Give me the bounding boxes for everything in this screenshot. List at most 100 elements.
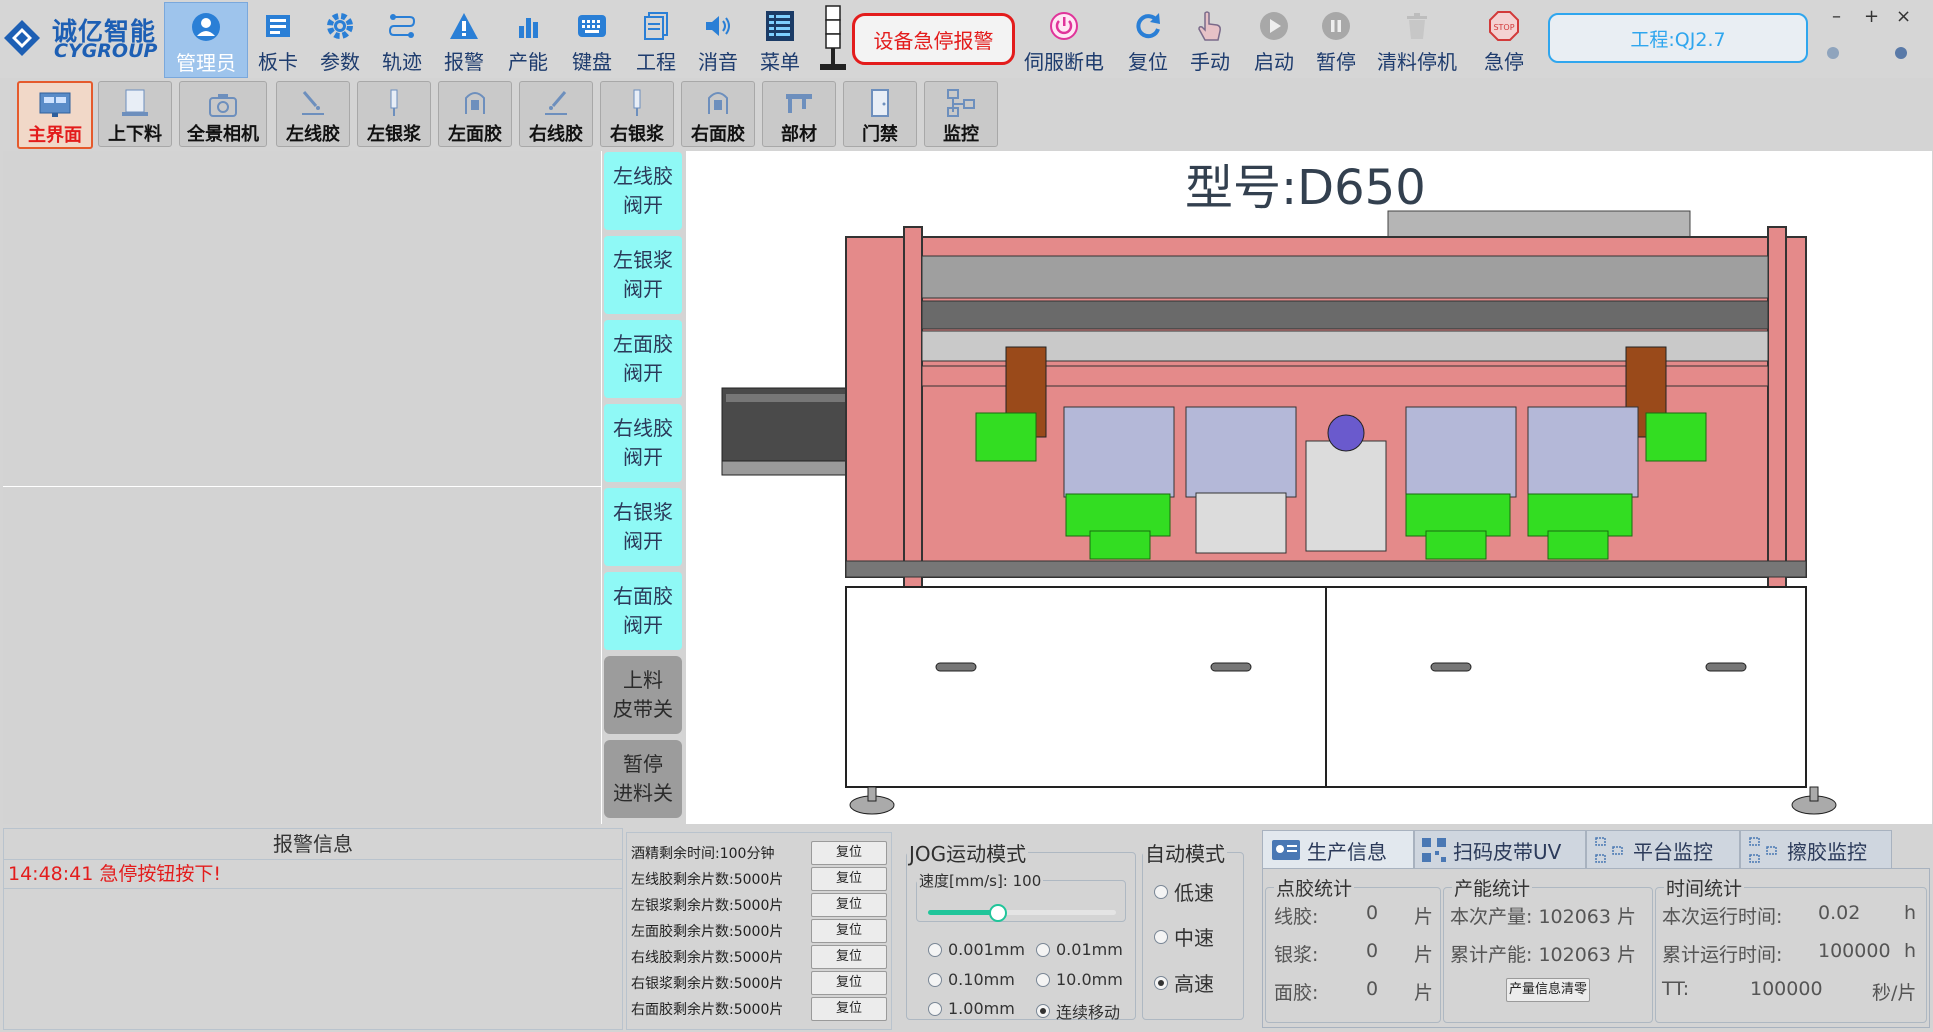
jog-step-010-radio[interactable]: 0.10mm <box>928 970 1015 989</box>
pause-feed-toggle-button[interactable]: 暂停 进料关 <box>604 740 682 818</box>
jog-speed-slider[interactable] <box>928 904 1116 922</box>
globe-icon[interactable] <box>1826 46 1840 60</box>
reset-right-silver-paste-button[interactable]: 复位 <box>811 971 887 995</box>
reset-button[interactable]: 复位 <box>1118 2 1178 76</box>
syringe-icon <box>390 89 398 116</box>
tab-label: 擦胶监控 <box>1787 839 1867 864</box>
left-silver-paste-valve-button[interactable]: 左银浆 阀开 <box>604 236 682 314</box>
toolbar-capacity-button[interactable]: 产能 <box>500 2 556 76</box>
reset-left-face-glue-button[interactable]: 复位 <box>811 919 887 943</box>
right-line-glue-valve-button[interactable]: 右线胶 阀开 <box>604 404 682 482</box>
trash-icon <box>1407 13 1427 39</box>
subnav-left-line-glue[interactable]: 左线胶 <box>276 81 350 147</box>
emergency-stop-button[interactable]: STOP 急停 <box>1474 2 1534 76</box>
caliper-icon <box>786 94 812 113</box>
servo-power-off-button[interactable]: 伺服断电 <box>1018 2 1110 76</box>
subnav-door-access[interactable]: 门禁 <box>843 81 917 147</box>
valve-line1: 右面胶 <box>613 584 673 608</box>
subnav-label: 主界面 <box>28 125 82 146</box>
toolbar-admin-button[interactable]: 管理员 <box>164 2 248 78</box>
subnav-left-face-glue[interactable]: 左面胶 <box>438 81 512 147</box>
auto-speed-high-radio[interactable]: 高速 <box>1154 968 1214 997</box>
auto-mode-title: 自动模式 <box>1145 842 1225 866</box>
toolbar-mute-button[interactable]: 消音 <box>690 2 746 76</box>
jog-step-1-radio[interactable]: 1.00mm <box>928 999 1015 1018</box>
warning-icon <box>450 13 478 39</box>
subnav-label: 全景相机 <box>187 124 259 145</box>
switch-line1: 暂停 <box>623 752 663 776</box>
radio-label: 中速 <box>1174 926 1214 950</box>
slider-thumb[interactable] <box>988 904 1007 922</box>
toolbar-path-button[interactable]: 轨迹 <box>374 2 430 76</box>
tt-unit: 秒/片 <box>1872 982 1917 1004</box>
line-glue-label: 线胶: <box>1274 906 1319 928</box>
maximize-button[interactable]: + <box>1864 6 1879 27</box>
tab-scan-belt-uv[interactable]: 扫码皮带UV <box>1414 830 1586 870</box>
right-face-glue-valve-button[interactable]: 右面胶 阀开 <box>604 572 682 650</box>
clear-production-info-button[interactable]: 产量信息清零 <box>1506 978 1590 1002</box>
switch-line2: 进料关 <box>613 781 673 805</box>
tab-production-info[interactable]: 生产信息 <box>1262 830 1414 870</box>
left-line-glue-valve-button[interactable]: 左线胶 阀开 <box>604 152 682 230</box>
project-name-display[interactable]: 工程:QJ2.7 <box>1548 13 1808 63</box>
subnav-materials[interactable]: 部材 <box>762 81 836 147</box>
subnav-main-screen[interactable]: 主界面 <box>17 81 93 149</box>
toolbar-label: 急停 <box>1484 50 1524 74</box>
left-silver-paste-remaining: 左银浆剩余片数:5000片 <box>631 898 784 914</box>
subnav-panorama-camera[interactable]: 全景相机 <box>179 81 267 147</box>
board-card-icon <box>266 15 290 37</box>
radio-label: 高速 <box>1174 972 1214 996</box>
face-glue-label: 面胶: <box>1274 982 1319 1004</box>
reset-right-face-glue-button[interactable]: 复位 <box>811 997 887 1021</box>
valve-line2: 阀开 <box>623 361 663 385</box>
right-silver-paste-valve-button[interactable]: 右银浆 阀开 <box>604 488 682 566</box>
start-button[interactable]: 启动 <box>1244 2 1304 76</box>
jog-step-0001-radio[interactable]: 0.001mm <box>928 940 1025 959</box>
loading-belt-toggle-button[interactable]: 上料 皮带关 <box>604 656 682 734</box>
glue-stats-box: 点胶统计 线胶: 0 片 银浆: 0 片 面胶: 0 片 <box>1265 874 1441 1023</box>
subnav-right-silver-paste[interactable]: 右银浆 <box>600 81 674 147</box>
minimize-button[interactable]: – <box>1832 6 1841 27</box>
alarm-entry[interactable]: 14:48:41 急停按钮按下! <box>4 860 622 889</box>
subnav-right-face-glue[interactable]: 右面胶 <box>681 81 755 147</box>
toolbar-project-button[interactable]: 工程 <box>628 2 684 76</box>
emergency-stop-alarm-indicator[interactable]: 设备急停报警 <box>852 13 1015 65</box>
capacity-stats-title: 产能统计 <box>1452 874 1533 901</box>
jog-continuous-radio[interactable]: 连续移动 <box>1036 999 1120 1023</box>
auto-speed-medium-radio[interactable]: 中速 <box>1154 922 1214 951</box>
clear-material-stop-button[interactable]: 清料停机 <box>1372 2 1462 76</box>
reset-left-line-glue-button[interactable]: 复位 <box>811 867 887 891</box>
jog-step-001-radio[interactable]: 0.01mm <box>1036 940 1123 959</box>
reset-alcohol-button[interactable]: 复位 <box>811 841 887 865</box>
manual-button[interactable]: 手动 <box>1180 2 1240 76</box>
auto-speed-low-radio[interactable]: 低速 <box>1154 877 1214 906</box>
camera-view-top[interactable] <box>3 151 602 487</box>
reset-right-line-glue-button[interactable]: 复位 <box>811 945 887 969</box>
subnav-left-silver-paste[interactable]: 左银浆 <box>357 81 431 147</box>
toolbar-keyboard-button[interactable]: 键盘 <box>564 2 620 76</box>
tab-platform-monitor[interactable]: 平台监控 <box>1586 830 1740 870</box>
info-tabs: 生产信息 扫码皮带UV 平台监控 擦胶监控 点胶统计 线胶: 0 片 银浆: 0… <box>1262 830 1930 1028</box>
left-face-glue-valve-button[interactable]: 左面胶 阀开 <box>604 320 682 398</box>
toolbar-menu-button[interactable]: 菜单 <box>752 2 808 76</box>
toolbar-alarm-button[interactable]: 报警 <box>436 2 492 76</box>
toolbar-board-button[interactable]: 板卡 <box>250 2 306 76</box>
subnav-label: 右线胶 <box>529 124 583 145</box>
close-button[interactable]: × <box>1896 6 1911 27</box>
total-time-unit: h <box>1904 940 1917 962</box>
settings-dot-icon[interactable] <box>1894 46 1908 60</box>
tt-value: 100000 <box>1750 978 1823 1000</box>
toolbar-params-button[interactable]: 参数 <box>312 2 368 76</box>
reset-left-silver-paste-button[interactable]: 复位 <box>811 893 887 917</box>
subnav-right-line-glue[interactable]: 右线胶 <box>519 81 593 147</box>
toolbar-label: 消音 <box>698 50 738 74</box>
camera-view-bottom[interactable] <box>3 487 602 824</box>
tab-wipe-monitor[interactable]: 擦胶监控 <box>1740 830 1892 870</box>
subnav-load-unload[interactable]: 上下料 <box>98 81 172 147</box>
subnav-monitor[interactable]: 监控 <box>924 81 998 147</box>
jog-step-100-radio[interactable]: 10.0mm <box>1036 970 1123 989</box>
tab-label: 扫码皮带UV <box>1453 839 1562 864</box>
subnav-label: 左银浆 <box>367 124 421 145</box>
pause-button[interactable]: 暂停 <box>1306 2 1366 76</box>
monitor-tree-icon <box>947 89 975 117</box>
